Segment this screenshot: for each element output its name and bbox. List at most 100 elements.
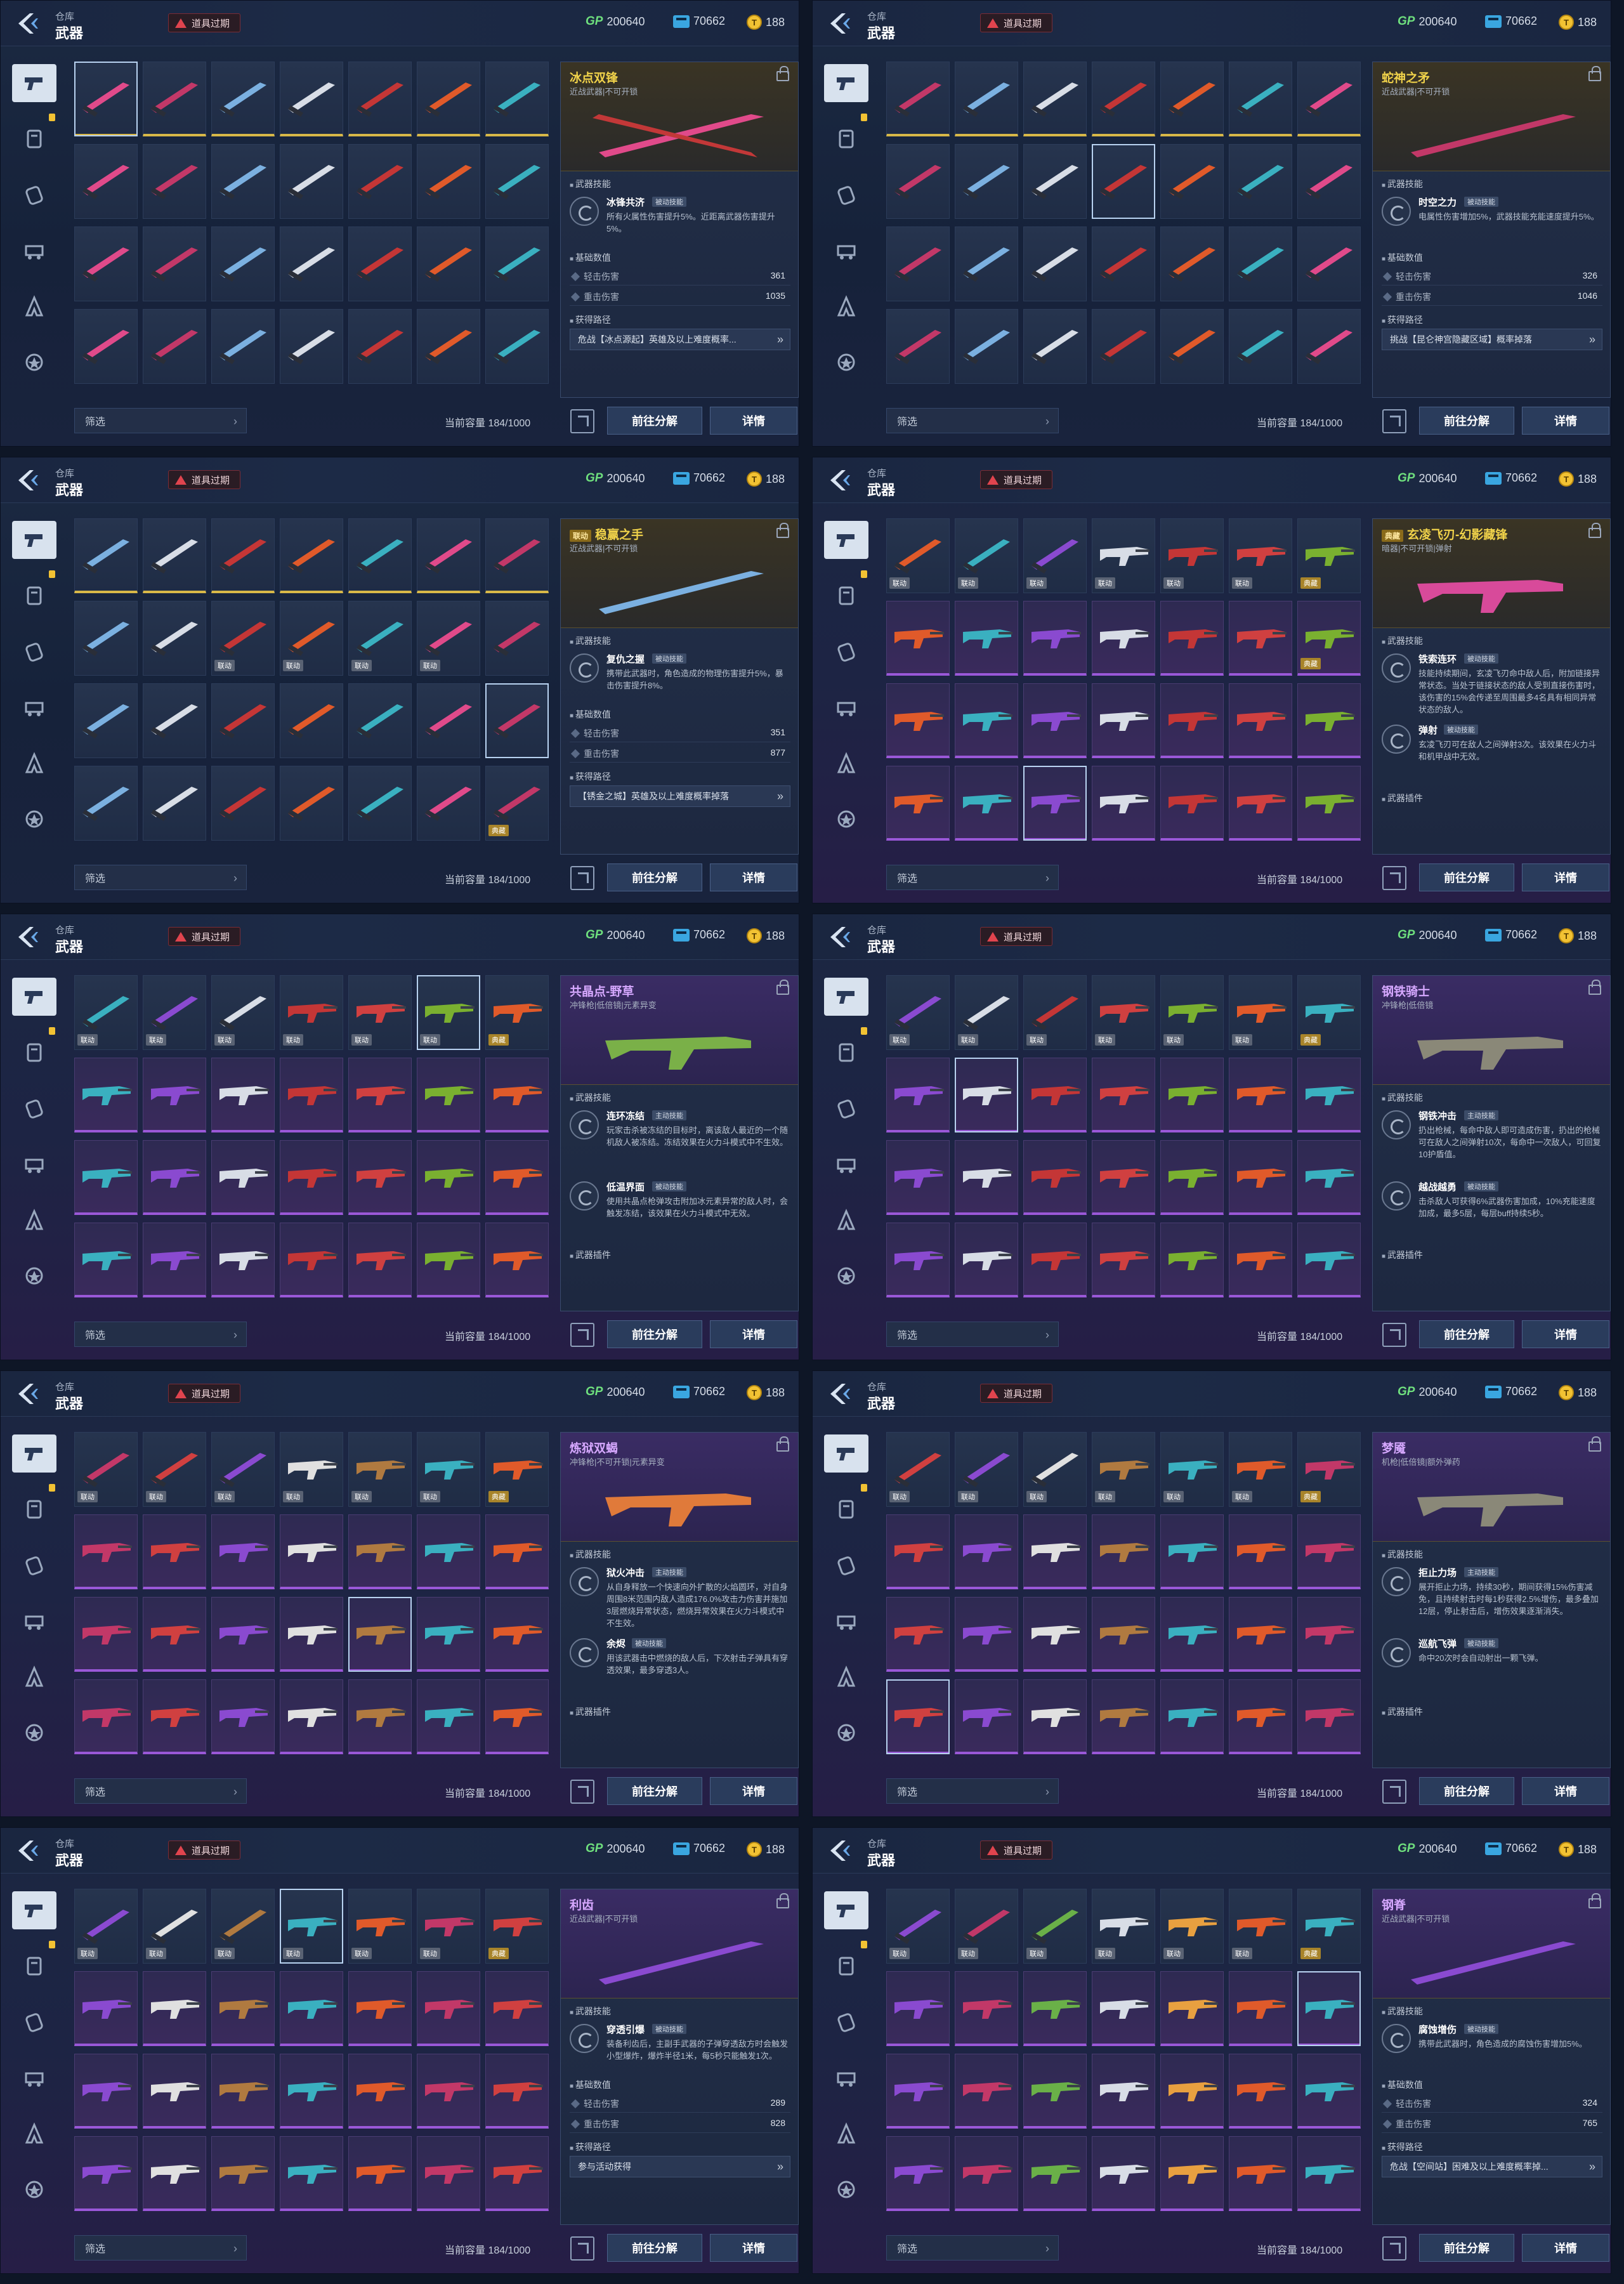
weapon-slot[interactable] xyxy=(280,518,343,593)
weapon-slot[interactable] xyxy=(886,309,950,384)
tab-consumables[interactable] xyxy=(824,1089,868,1127)
tab-weapons[interactable] xyxy=(12,521,56,559)
lock-icon[interactable] xyxy=(1588,66,1601,81)
share-icon[interactable] xyxy=(570,1323,594,1347)
weapon-slot[interactable]: 典藏 xyxy=(1297,975,1361,1050)
tab-weapons[interactable] xyxy=(824,64,868,102)
weapon-slot[interactable] xyxy=(1229,601,1292,676)
back-button[interactable] xyxy=(824,1837,852,1865)
weapon-slot[interactable] xyxy=(348,518,412,593)
lock-icon[interactable] xyxy=(1588,1893,1601,1908)
source-link[interactable]: 参与活动获得 xyxy=(570,2156,790,2177)
filter-dropdown[interactable]: 筛选 › xyxy=(886,408,1059,433)
weapon-slot[interactable] xyxy=(417,309,480,384)
weapon-slot[interactable] xyxy=(1023,309,1087,384)
weapon-slot[interactable]: 联动 xyxy=(280,975,343,1050)
weapon-slot[interactable] xyxy=(1229,766,1292,841)
weapon-slot[interactable] xyxy=(1023,144,1087,219)
weapon-slot[interactable] xyxy=(280,1058,343,1132)
weapon-slot[interactable] xyxy=(1229,683,1292,758)
weapon-slot[interactable] xyxy=(143,1971,206,2046)
weapon-slot[interactable] xyxy=(955,2136,1018,2211)
weapon-slot[interactable] xyxy=(417,226,480,301)
weapon-slot[interactable] xyxy=(1023,2054,1087,2129)
back-button[interactable] xyxy=(824,1380,852,1408)
weapon-slot[interactable] xyxy=(74,309,138,384)
weapon-slot[interactable] xyxy=(1229,1058,1292,1132)
tab-armor[interactable] xyxy=(12,1034,56,1072)
weapon-slot[interactable] xyxy=(348,144,412,219)
weapon-slot[interactable]: 联动 xyxy=(1160,518,1224,593)
weapon-slot[interactable] xyxy=(1023,1597,1087,1672)
dismantle-button[interactable]: 前往分解 xyxy=(1419,1320,1514,1348)
filter-dropdown[interactable]: 筛选 › xyxy=(886,865,1059,890)
weapon-slot[interactable]: 典藏 xyxy=(1297,601,1361,676)
back-button[interactable] xyxy=(12,466,40,494)
weapon-slot[interactable] xyxy=(485,62,549,136)
tab-vehicles[interactable] xyxy=(12,1602,56,1640)
detail-button[interactable]: 详情 xyxy=(1522,1320,1609,1348)
weapon-slot[interactable]: 联动 xyxy=(143,1432,206,1507)
weapon-slot[interactable] xyxy=(280,1597,343,1672)
weapon-slot[interactable] xyxy=(886,1140,950,1215)
weapon-slot[interactable] xyxy=(143,601,206,676)
weapon-slot[interactable]: 联动 xyxy=(1092,1889,1155,1964)
weapon-slot[interactable] xyxy=(1092,601,1155,676)
weapon-slot[interactable] xyxy=(280,62,343,136)
dismantle-button[interactable]: 前往分解 xyxy=(1419,1777,1514,1805)
weapon-slot[interactable] xyxy=(1092,1140,1155,1215)
tab-misc[interactable] xyxy=(824,2170,868,2209)
weapon-slot[interactable]: 典藏 xyxy=(485,1889,549,1964)
weapon-slot[interactable]: 联动 xyxy=(417,1432,480,1507)
weapon-slot[interactable] xyxy=(1023,683,1087,758)
lock-icon[interactable] xyxy=(776,66,789,81)
weapon-slot[interactable] xyxy=(348,1597,412,1672)
weapon-slot[interactable] xyxy=(74,1140,138,1215)
weapon-slot[interactable]: 联动 xyxy=(211,601,275,676)
tab-armor[interactable] xyxy=(824,577,868,615)
weapon-slot[interactable] xyxy=(1297,1223,1361,1297)
weapon-slot[interactable] xyxy=(1229,1140,1292,1215)
weapon-slot[interactable]: 联动 xyxy=(1160,975,1224,1050)
weapon-slot[interactable] xyxy=(1092,1514,1155,1589)
weapon-slot[interactable] xyxy=(211,766,275,841)
weapon-slot[interactable] xyxy=(417,1514,480,1589)
weapon-slot[interactable] xyxy=(485,2054,549,2129)
tab-armor[interactable] xyxy=(824,1490,868,1528)
weapon-slot[interactable] xyxy=(74,766,138,841)
weapon-slot[interactable]: 联动 xyxy=(1160,1432,1224,1507)
weapon-slot[interactable] xyxy=(211,1140,275,1215)
weapon-slot[interactable] xyxy=(1023,1514,1087,1589)
weapon-slot[interactable] xyxy=(485,1058,549,1132)
weapon-slot[interactable] xyxy=(886,1514,950,1589)
tab-consumables[interactable] xyxy=(12,633,56,671)
source-link[interactable]: 危战【空间站】困难及以上难度概率掉... xyxy=(1382,2156,1602,2177)
weapon-slot[interactable] xyxy=(1023,1679,1087,1754)
weapon-slot[interactable] xyxy=(1160,62,1224,136)
weapon-slot[interactable] xyxy=(348,62,412,136)
weapon-slot[interactable] xyxy=(1092,1597,1155,1672)
tab-vehicles[interactable] xyxy=(12,2059,56,2097)
weapon-slot[interactable] xyxy=(1160,1971,1224,2046)
tab-skins[interactable] xyxy=(12,1658,56,1696)
weapon-slot[interactable]: 联动 xyxy=(74,1889,138,1964)
weapon-slot[interactable] xyxy=(485,1679,549,1754)
tab-weapons[interactable] xyxy=(12,978,56,1016)
weapon-slot[interactable] xyxy=(348,1140,412,1215)
weapon-slot[interactable]: 联动 xyxy=(1229,518,1292,593)
weapon-slot[interactable] xyxy=(485,226,549,301)
weapon-slot[interactable] xyxy=(1023,226,1087,301)
weapon-slot[interactable] xyxy=(1023,1058,1087,1132)
tab-vehicles[interactable] xyxy=(12,232,56,270)
share-icon[interactable] xyxy=(1382,409,1406,433)
weapon-slot[interactable] xyxy=(886,144,950,219)
weapon-slot[interactable] xyxy=(1297,309,1361,384)
expired-items-button[interactable]: 道具过期 xyxy=(168,13,241,32)
tab-misc[interactable] xyxy=(12,1257,56,1295)
weapon-slot[interactable] xyxy=(1023,1223,1087,1297)
weapon-slot[interactable]: 联动 xyxy=(280,1432,343,1507)
weapon-slot[interactable] xyxy=(1092,144,1155,219)
weapon-slot[interactable] xyxy=(143,766,206,841)
weapon-slot[interactable] xyxy=(280,144,343,219)
tab-armor[interactable] xyxy=(12,120,56,158)
